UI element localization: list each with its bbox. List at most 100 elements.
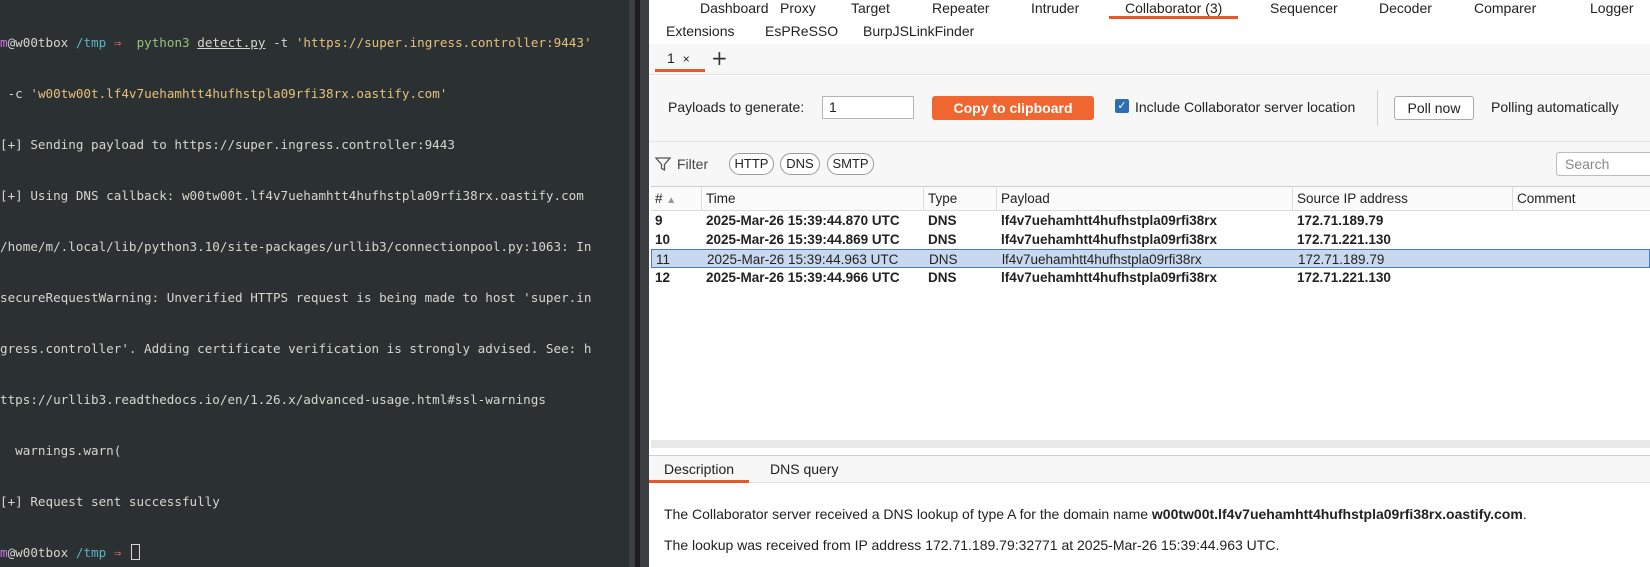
detail-domain: w00tw00t.lf4v7uehamhtt4hufhstpla09rfi38r… (1151, 506, 1523, 522)
terminal-output-line: ttps://urllib3.readthedocs.io/en/1.26.x/… (0, 392, 546, 407)
interaction-detail-panel: Description DNS query The Collaborator s… (649, 455, 1650, 567)
table-row-selected[interactable]: 11 2025-Mar-26 15:39:44.963 UTC DNS lf4v… (651, 249, 1650, 268)
burp-window: Dashboard Proxy Target Repeater Intruder… (649, 0, 1650, 567)
tab-logger[interactable]: Logger (1590, 0, 1634, 24)
detail-line-2: The lookup was received from IP address … (664, 537, 1280, 553)
tab-intruder[interactable]: Intruder (1031, 0, 1079, 24)
cell-payload: lf4v7uehamhtt4hufhstpla09rfi38rx (1002, 252, 1202, 267)
poll-now-button[interactable]: Poll now (1394, 96, 1474, 120)
terminal-output-line: warnings.warn( (0, 443, 122, 458)
terminal-output-line: gress.controller'. Adding certificate ve… (0, 341, 592, 356)
terminal-prompt-line: m@w00tbox /tmp ⇒ (0, 544, 629, 561)
table-row[interactable]: 10 2025-Mar-26 15:39:44.869 UTC DNS lf4v… (651, 230, 1650, 249)
polling-status: Polling automatically (1491, 99, 1619, 115)
window-divider[interactable] (629, 0, 649, 567)
detail-text-end: . (1522, 506, 1527, 522)
col-comment[interactable]: Comment (1513, 187, 1650, 211)
tab-comparer[interactable]: Comparer (1474, 0, 1536, 24)
terminal-output-line: /home/m/.local/lib/python3.10/site-packa… (0, 239, 592, 254)
col-number[interactable]: # ▲ (651, 187, 702, 211)
cell-time: 2025-Mar-26 15:39:44.869 UTC (706, 232, 900, 247)
detail-line-1: The Collaborator server received a DNS l… (664, 506, 1527, 522)
col-number-label: # (655, 191, 663, 206)
filter-bar: Filter HTTP DNS SMTP Search (649, 142, 1650, 186)
command-target: 'https://super.ingress.controller:9443' (295, 35, 592, 50)
col-type[interactable]: Type (924, 187, 997, 211)
copy-to-clipboard-button[interactable]: Copy to clipboard (932, 96, 1094, 120)
cell-source-ip: 172.71.221.130 (1297, 232, 1391, 247)
cell-payload: lf4v7uehamhtt4hufhstpla09rfi38rx (1001, 232, 1218, 247)
command-flag-t: -t (273, 35, 289, 50)
table-header: # ▲ Time Type Payload Source IP address … (651, 187, 1650, 211)
filter-smtp[interactable]: SMTP (827, 153, 874, 175)
tab-collaborator[interactable]: Collaborator (3) (1108, 0, 1239, 24)
horizontal-scrollbar[interactable] (651, 440, 1650, 448)
terminal-output-line: [+] Using DNS callback: w00tw00t.lf4v7ue… (0, 188, 584, 203)
col-time[interactable]: Time (702, 187, 924, 211)
cell-payload: lf4v7uehamhtt4hufhstpla09rfi38rx (1001, 213, 1218, 228)
cell-number: 10 (655, 232, 671, 247)
prompt-user: m (0, 35, 8, 50)
tab-dashboard[interactable]: Dashboard (700, 0, 769, 24)
command-name: python3 (136, 35, 190, 50)
filter-dns[interactable]: DNS (780, 153, 820, 175)
detail-tab-bar: Description DNS query (649, 456, 1650, 483)
search-input[interactable]: Search (1556, 152, 1650, 176)
payloads-label: Payloads to generate: (668, 99, 805, 115)
cell-payload: lf4v7uehamhtt4hufhstpla09rfi38rx (1001, 270, 1218, 285)
terminal-window[interactable]: m@w00tbox /tmp ⇒ python3 detect.py -t 'h… (0, 0, 629, 567)
cell-number: 9 (655, 213, 663, 228)
plus-icon[interactable]: + (711, 48, 728, 68)
sort-asc-icon: ▲ (666, 195, 677, 206)
command-script: detect.py (197, 35, 266, 50)
cell-number: 11 (656, 252, 671, 267)
cell-number: 12 (655, 270, 671, 285)
collaborator-subtab-bar: 1 × + (649, 44, 1650, 75)
table-row[interactable]: 12 2025-Mar-26 15:39:44.966 UTC DNS lf4v… (651, 268, 1650, 287)
include-location-label: Include Collaborator server location (1135, 99, 1356, 115)
cell-source-ip: 172.71.189.79 (1297, 213, 1384, 228)
prompt-arrow: ⇒ (113, 545, 122, 560)
cell-time: 2025-Mar-26 15:39:44.966 UTC (706, 270, 900, 285)
terminal-cursor[interactable] (130, 544, 140, 560)
tab-sequencer[interactable]: Sequencer (1270, 0, 1338, 24)
cell-type: DNS (928, 232, 957, 247)
tab-description[interactable]: Description (649, 460, 749, 483)
cell-type: DNS (929, 252, 958, 267)
tab-repeater[interactable]: Repeater (932, 0, 990, 24)
tab-decoder[interactable]: Decoder (1379, 0, 1432, 24)
table-row[interactable]: 9 2025-Mar-26 15:39:44.870 UTC DNS lf4v7… (651, 211, 1650, 230)
col-source-ip[interactable]: Source IP address (1293, 187, 1513, 211)
prompt-host: @w00tbox (7, 35, 69, 50)
toolbar-divider (1377, 90, 1378, 126)
filter-label[interactable]: Filter (677, 156, 708, 172)
cell-source-ip: 172.71.189.79 (1298, 252, 1385, 267)
terminal-output-line: [+] Sending payload to https://super.ing… (0, 137, 455, 152)
terminal-command-line: m@w00tbox /tmp ⇒ python3 detect.py -t 'h… (0, 34, 629, 51)
cell-type: DNS (928, 270, 957, 285)
command-callback: 'w00tw00t.lf4v7uehamhtt4hufhstpla09rfi38… (30, 86, 448, 101)
cell-time: 2025-Mar-26 15:39:44.870 UTC (706, 213, 900, 228)
tab-target[interactable]: Target (851, 0, 890, 24)
subtab-label: 1 (667, 50, 675, 66)
payloads-count-input[interactable]: 1 (822, 96, 914, 119)
filter-icon[interactable] (655, 156, 671, 172)
terminal-output-line: secureRequestWarning: Unverified HTTPS r… (0, 290, 592, 305)
terminal-output-line: [+] Request sent successfully (0, 494, 220, 509)
prompt-user: m (0, 545, 8, 560)
col-payload[interactable]: Payload (997, 187, 1293, 211)
tab-dns-query[interactable]: DNS query (770, 460, 838, 483)
divider-handle[interactable] (635, 0, 640, 567)
close-icon[interactable]: × (683, 52, 690, 66)
prompt-host: @w00tbox (7, 545, 69, 560)
include-location-checkbox[interactable]: ✓ (1115, 99, 1129, 113)
prompt-dir: /tmp (75, 545, 107, 560)
detail-text: The Collaborator server received a DNS l… (664, 506, 1152, 522)
subtab-1[interactable]: 1 × (655, 48, 705, 72)
command-flag-c: -c (7, 86, 23, 101)
prompt-dir: /tmp (75, 35, 107, 50)
cell-time: 2025-Mar-26 15:39:44.963 UTC (707, 252, 899, 267)
filter-http[interactable]: HTTP (729, 153, 774, 175)
terminal-command-line-cont: -c 'w00tw00t.lf4v7uehamhtt4hufhstpla09rf… (0, 85, 629, 102)
tab-proxy[interactable]: Proxy (780, 0, 816, 24)
